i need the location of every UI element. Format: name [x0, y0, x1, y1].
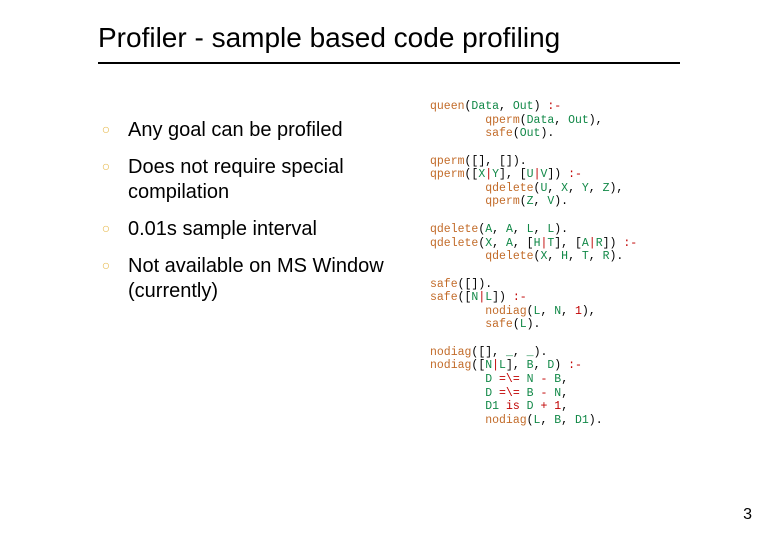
bullet-icon: ○	[98, 121, 114, 137]
code-line: qperm(Z, V).	[430, 195, 740, 209]
code-line: safe(L).	[430, 318, 740, 332]
bullet-icon: ○	[98, 220, 114, 236]
code-block: qdelete(A, A, L, L).qdelete(X, A, [H|T],…	[430, 223, 740, 264]
code-line: queen(Data, Out) :-	[430, 100, 740, 114]
bullet-item: ○ Not available on MS Window (currently)	[98, 254, 398, 304]
code-block: queen(Data, Out) :- qperm(Data, Out), sa…	[430, 100, 740, 141]
bullet-text: Not available on MS Window (currently)	[128, 254, 398, 304]
slide: Profiler - sample based code profiling ○…	[0, 0, 780, 540]
bullet-text: 0.01s sample interval	[128, 217, 317, 242]
bullet-text: Does not require special compilation	[128, 155, 398, 205]
code-line: qperm([], []).	[430, 155, 740, 169]
code-line: nodiag([N|L], B, D) :-	[430, 359, 740, 373]
slide-title: Profiler - sample based code profiling	[98, 22, 560, 54]
bullet-text: Any goal can be profiled	[128, 118, 343, 143]
code-block: qperm([], []).qperm([X|Y], [U|V]) :- qde…	[430, 155, 740, 209]
title-rule	[98, 62, 680, 64]
code-line: safe([]).	[430, 278, 740, 292]
code-line: qdelete(U, X, Y, Z),	[430, 182, 740, 196]
code-line: qdelete(X, H, T, R).	[430, 250, 740, 264]
bullet-icon: ○	[98, 158, 114, 174]
code-line: qdelete(X, A, [H|T], [A|R]) :-	[430, 237, 740, 251]
code-line: qdelete(A, A, L, L).	[430, 223, 740, 237]
bullet-item: ○ Does not require special compilation	[98, 155, 398, 205]
page-number: 3	[743, 506, 752, 524]
code-line: D1 is D + 1,	[430, 400, 740, 414]
bullet-item: ○ 0.01s sample interval	[98, 217, 398, 242]
bullet-item: ○ Any goal can be profiled	[98, 118, 398, 143]
code-line: safe(Out).	[430, 127, 740, 141]
code-line: qperm(Data, Out),	[430, 114, 740, 128]
code-line: D =\= N - B,	[430, 373, 740, 387]
code-line: D =\= B - N,	[430, 387, 740, 401]
bullet-list: ○ Any goal can be profiled ○ Does not requi…	[98, 118, 398, 316]
code-line: qperm([X|Y], [U|V]) :-	[430, 168, 740, 182]
code-line: safe([N|L]) :-	[430, 291, 740, 305]
code-column: queen(Data, Out) :- qperm(Data, Out), sa…	[430, 100, 740, 441]
code-block: nodiag([], _, _).nodiag([N|L], B, D) :- …	[430, 346, 740, 427]
code-line: nodiag(L, N, 1),	[430, 305, 740, 319]
bullet-icon: ○	[98, 257, 114, 273]
code-line: nodiag(L, B, D1).	[430, 414, 740, 428]
code-line: nodiag([], _, _).	[430, 346, 740, 360]
code-block: safe([]).safe([N|L]) :- nodiag(L, N, 1),…	[430, 278, 740, 332]
